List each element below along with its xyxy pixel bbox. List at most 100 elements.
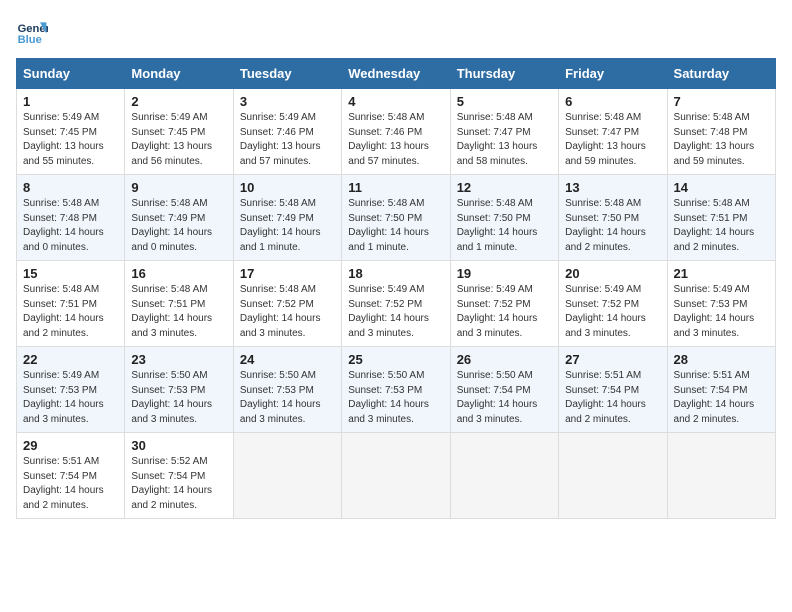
cell-date: 16 <box>131 266 226 281</box>
cell-info: Sunrise: 5:51 AMSunset: 7:54 PMDaylight:… <box>565 369 660 427</box>
cell-info: Sunrise: 5:48 AMSunset: 7:51 PMDaylight:… <box>674 197 769 255</box>
day-header-saturday: Saturday <box>667 59 775 89</box>
calendar-cell: 25Sunrise: 5:50 AMSunset: 7:53 PMDayligh… <box>342 347 450 433</box>
cell-info: Sunrise: 5:48 AMSunset: 7:47 PMDaylight:… <box>565 111 660 169</box>
cell-info: Sunrise: 5:49 AMSunset: 7:53 PMDaylight:… <box>674 283 769 341</box>
cell-info: Sunrise: 5:48 AMSunset: 7:50 PMDaylight:… <box>457 197 552 255</box>
cell-date: 4 <box>348 94 443 109</box>
cell-info: Sunrise: 5:48 AMSunset: 7:51 PMDaylight:… <box>131 283 226 341</box>
calendar-cell: 30 Sunrise: 5:52 AMSunset: 7:54 PMDayligh… <box>125 433 233 519</box>
calendar-cell <box>559 433 667 519</box>
logo-icon: General Blue <box>16 16 48 48</box>
cell-info: Sunrise: 5:48 AMSunset: 7:48 PMDaylight:… <box>674 111 769 169</box>
calendar-cell: 13 Sunrise: 5:48 AMSunset: 7:50 PMDayligh… <box>559 175 667 261</box>
cell-date: 2 <box>131 94 226 109</box>
calendar-cell: 22 Sunrise: 5:49 AMSunset: 7:53 PMDayligh… <box>17 347 125 433</box>
calendar-cell: 23Sunrise: 5:50 AMSunset: 7:53 PMDayligh… <box>125 347 233 433</box>
cell-info: Sunrise: 5:48 AMSunset: 7:50 PMDaylight:… <box>565 197 660 255</box>
cell-info: Sunrise: 5:48 AMSunset: 7:49 PMDaylight:… <box>240 197 335 255</box>
calendar-cell: 12 Sunrise: 5:48 AMSunset: 7:50 PMDayligh… <box>450 175 558 261</box>
calendar-cell: 10 Sunrise: 5:48 AMSunset: 7:49 PMDayligh… <box>233 175 341 261</box>
cell-info: Sunrise: 5:50 AMSunset: 7:53 PMDaylight:… <box>131 369 226 427</box>
cell-info: Sunrise: 5:48 AMSunset: 7:51 PMDaylight:… <box>23 283 118 341</box>
cell-info: Sunrise: 5:48 AMSunset: 7:50 PMDaylight:… <box>348 197 443 255</box>
cell-date: 10 <box>240 180 335 195</box>
cell-info: Sunrise: 5:49 AMSunset: 7:45 PMDaylight:… <box>131 111 226 169</box>
day-header-friday: Friday <box>559 59 667 89</box>
cell-date: 5 <box>457 94 552 109</box>
cell-date: 24 <box>240 352 335 367</box>
page-header: General Blue <box>16 16 776 48</box>
calendar-cell: 7 Sunrise: 5:48 AMSunset: 7:48 PMDaylight… <box>667 89 775 175</box>
cell-info: Sunrise: 5:48 AMSunset: 7:47 PMDaylight:… <box>457 111 552 169</box>
cell-date: 6 <box>565 94 660 109</box>
calendar-cell: 20 Sunrise: 5:49 AMSunset: 7:52 PMDayligh… <box>559 261 667 347</box>
cell-date: 26 <box>457 352 552 367</box>
calendar-cell: 8 Sunrise: 5:48 AMSunset: 7:48 PMDaylight… <box>17 175 125 261</box>
cell-info: Sunrise: 5:49 AMSunset: 7:46 PMDaylight:… <box>240 111 335 169</box>
cell-info: Sunrise: 5:50 AMSunset: 7:53 PMDaylight:… <box>348 369 443 427</box>
cell-info: Sunrise: 5:50 AMSunset: 7:54 PMDaylight:… <box>457 369 552 427</box>
calendar-cell: 3 Sunrise: 5:49 AMSunset: 7:46 PMDaylight… <box>233 89 341 175</box>
cell-date: 3 <box>240 94 335 109</box>
cell-info: Sunrise: 5:49 AMSunset: 7:52 PMDaylight:… <box>348 283 443 341</box>
cell-date: 14 <box>674 180 769 195</box>
calendar-cell <box>667 433 775 519</box>
cell-date: 17 <box>240 266 335 281</box>
calendar-cell: 24 Sunrise: 5:50 AMSunset: 7:53 PMDayligh… <box>233 347 341 433</box>
calendar-cell: 14 Sunrise: 5:48 AMSunset: 7:51 PMDayligh… <box>667 175 775 261</box>
calendar-cell: 21 Sunrise: 5:49 AMSunset: 7:53 PMDayligh… <box>667 261 775 347</box>
cell-date: 7 <box>674 94 769 109</box>
calendar-cell <box>342 433 450 519</box>
cell-info: Sunrise: 5:52 AMSunset: 7:54 PMDaylight:… <box>131 455 226 513</box>
cell-date: 29 <box>23 438 118 453</box>
day-header-tuesday: Tuesday <box>233 59 341 89</box>
cell-date: 20 <box>565 266 660 281</box>
calendar-table: SundayMondayTuesdayWednesdayThursdayFrid… <box>16 58 776 519</box>
calendar-cell: 15 Sunrise: 5:48 AMSunset: 7:51 PMDayligh… <box>17 261 125 347</box>
svg-text:Blue: Blue <box>18 34 42 46</box>
calendar-week-4: 22 Sunrise: 5:49 AMSunset: 7:53 PMDayligh… <box>17 347 776 433</box>
cell-info: Sunrise: 5:51 AMSunset: 7:54 PMDaylight:… <box>674 369 769 427</box>
day-header-wednesday: Wednesday <box>342 59 450 89</box>
calendar-week-2: 8 Sunrise: 5:48 AMSunset: 7:48 PMDaylight… <box>17 175 776 261</box>
calendar-cell: 11 Sunrise: 5:48 AMSunset: 7:50 PMDayligh… <box>342 175 450 261</box>
cell-info: Sunrise: 5:49 AMSunset: 7:52 PMDaylight:… <box>457 283 552 341</box>
calendar-week-1: 1Sunrise: 5:49 AMSunset: 7:45 PMDaylight… <box>17 89 776 175</box>
cell-date: 30 <box>131 438 226 453</box>
cell-info: Sunrise: 5:51 AMSunset: 7:54 PMDaylight:… <box>23 455 118 513</box>
calendar-cell: 26 Sunrise: 5:50 AMSunset: 7:54 PMDayligh… <box>450 347 558 433</box>
cell-date: 22 <box>23 352 118 367</box>
cell-date: 15 <box>23 266 118 281</box>
calendar-cell <box>450 433 558 519</box>
cell-date: 12 <box>457 180 552 195</box>
calendar-cell: 16 Sunrise: 5:48 AMSunset: 7:51 PMDayligh… <box>125 261 233 347</box>
calendar-week-5: 29 Sunrise: 5:51 AMSunset: 7:54 PMDayligh… <box>17 433 776 519</box>
cell-info: Sunrise: 5:49 AMSunset: 7:53 PMDaylight:… <box>23 369 118 427</box>
calendar-week-3: 15 Sunrise: 5:48 AMSunset: 7:51 PMDayligh… <box>17 261 776 347</box>
cell-date: 18 <box>348 266 443 281</box>
cell-date: 8 <box>23 180 118 195</box>
day-header-monday: Monday <box>125 59 233 89</box>
day-header-thursday: Thursday <box>450 59 558 89</box>
calendar-cell: 28 Sunrise: 5:51 AMSunset: 7:54 PMDayligh… <box>667 347 775 433</box>
cell-info: Sunrise: 5:49 AMSunset: 7:45 PMDaylight:… <box>23 111 118 169</box>
cell-date: 21 <box>674 266 769 281</box>
calendar-cell: 6 Sunrise: 5:48 AMSunset: 7:47 PMDaylight… <box>559 89 667 175</box>
cell-info: Sunrise: 5:50 AMSunset: 7:53 PMDaylight:… <box>240 369 335 427</box>
cell-info: Sunrise: 5:48 AMSunset: 7:48 PMDaylight:… <box>23 197 118 255</box>
calendar-cell <box>233 433 341 519</box>
calendar-cell: 9 Sunrise: 5:48 AMSunset: 7:49 PMDaylight… <box>125 175 233 261</box>
cell-date: 9 <box>131 180 226 195</box>
cell-date: 28 <box>674 352 769 367</box>
cell-info: Sunrise: 5:48 AMSunset: 7:49 PMDaylight:… <box>131 197 226 255</box>
day-header-sunday: Sunday <box>17 59 125 89</box>
cell-date: 13 <box>565 180 660 195</box>
calendar-cell: 4 Sunrise: 5:48 AMSunset: 7:46 PMDaylight… <box>342 89 450 175</box>
calendar-cell: 2 Sunrise: 5:49 AMSunset: 7:45 PMDaylight… <box>125 89 233 175</box>
calendar-cell: 19Sunrise: 5:49 AMSunset: 7:52 PMDayligh… <box>450 261 558 347</box>
calendar-cell: 5 Sunrise: 5:48 AMSunset: 7:47 PMDaylight… <box>450 89 558 175</box>
cell-info: Sunrise: 5:48 AMSunset: 7:46 PMDaylight:… <box>348 111 443 169</box>
cell-info: Sunrise: 5:49 AMSunset: 7:52 PMDaylight:… <box>565 283 660 341</box>
cell-date: 11 <box>348 180 443 195</box>
